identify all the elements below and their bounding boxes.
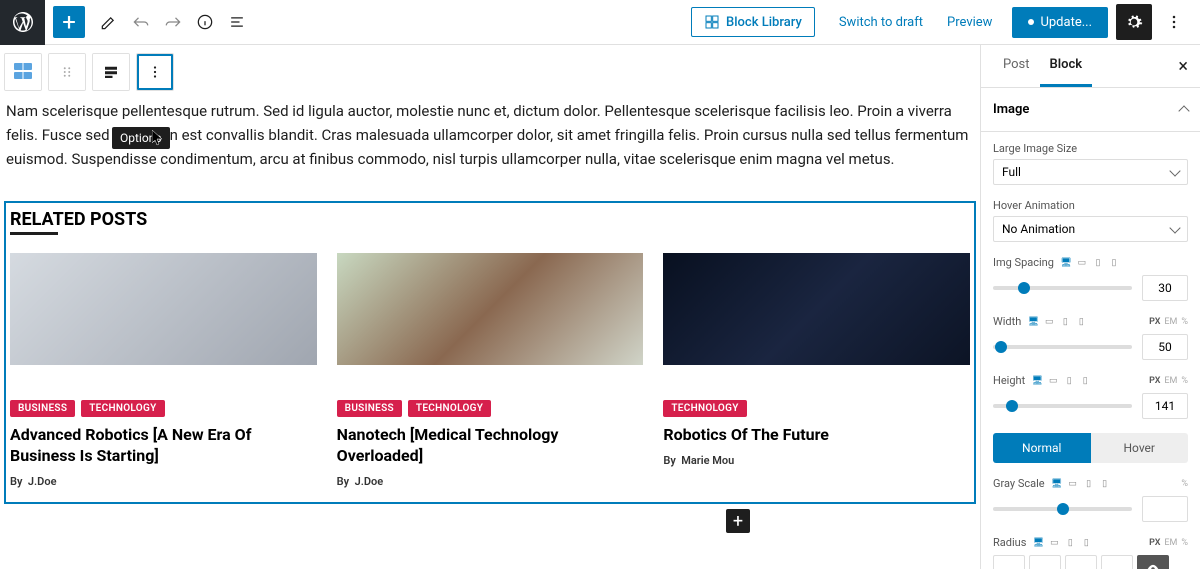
add-block-button[interactable]: +: [53, 6, 85, 38]
large-image-size-select[interactable]: Full: [993, 159, 1188, 185]
chevron-down-icon: [1169, 165, 1180, 176]
height-units[interactable]: PXEM%: [1149, 376, 1188, 386]
responsive-icons[interactable]: 🖥▭▯▯: [1031, 375, 1091, 387]
block-library-label: Block Library: [726, 15, 802, 30]
radius-label: Radius: [993, 536, 1026, 549]
post-tag[interactable]: TECHNOLOGY: [81, 400, 164, 417]
post-title[interactable]: Robotics Of The Future: [663, 425, 970, 446]
radius-right-input[interactable]: [1029, 555, 1061, 569]
preview-button[interactable]: Preview: [935, 7, 1004, 38]
related-posts-block[interactable]: RELATED POSTS BUSINESS TECHNOLOGY Advanc…: [4, 201, 976, 504]
state-tabs: Normal Hover: [993, 433, 1188, 463]
responsive-icons[interactable]: 🖥▭▯▯: [1060, 257, 1120, 269]
post-tag[interactable]: TECHNOLOGY: [408, 400, 491, 417]
undo-icon[interactable]: [125, 6, 157, 38]
drag-handle-icon[interactable]: [49, 54, 85, 90]
list-view-icon[interactable]: [221, 6, 253, 38]
chevron-up-icon: [1178, 105, 1189, 116]
align-icon[interactable]: [93, 54, 129, 90]
width-units[interactable]: PXEM%: [1149, 317, 1188, 327]
settings-sidebar: Post Block × Image Large Image Size Full…: [980, 45, 1200, 569]
post-title[interactable]: Nanotech [Medical Technology Overloaded]: [337, 425, 644, 467]
post-image: [337, 253, 644, 365]
width-slider[interactable]: [993, 345, 1132, 349]
editor-main: Options Nam scelerisque pellentesque rut…: [0, 45, 1200, 569]
chevron-down-icon: [1169, 222, 1180, 233]
panel-title: Image: [993, 102, 1029, 117]
post-author: By Marie Mou: [663, 454, 970, 467]
img-spacing-input[interactable]: [1142, 275, 1188, 301]
post-title[interactable]: Advanced Robotics [A New Era Of Business…: [10, 425, 317, 467]
top-bar: + Block Library Switch to draft Preview …: [0, 0, 1200, 45]
wordpress-icon: [11, 10, 35, 34]
responsive-icons[interactable]: 🖥▭▯▯: [1051, 478, 1111, 490]
img-spacing-slider[interactable]: [993, 286, 1132, 290]
post-tag[interactable]: BUSINESS: [10, 400, 75, 417]
gear-icon: [1124, 12, 1144, 32]
title-underline: [10, 232, 58, 235]
kebab-icon: [146, 63, 164, 81]
tab-hover[interactable]: Hover: [1091, 433, 1189, 463]
width-label: Width: [993, 315, 1021, 328]
more-options-button[interactable]: [1156, 4, 1192, 40]
post-author: By J.Doe: [337, 475, 644, 488]
settings-button[interactable]: [1116, 4, 1152, 40]
related-posts-title: RELATED POSTS: [6, 203, 974, 232]
responsive-icons[interactable]: 🖥▭▯▯: [1032, 537, 1092, 549]
block-library-button[interactable]: Block Library: [691, 7, 815, 37]
block-toolbar: [0, 45, 980, 99]
insert-block-button[interactable]: +: [726, 509, 750, 533]
options-button[interactable]: [137, 54, 173, 90]
redo-icon[interactable]: [157, 6, 189, 38]
link-values-button[interactable]: [1137, 555, 1169, 569]
eye-icon: [1146, 562, 1160, 569]
img-spacing-label: Img Spacing: [993, 256, 1054, 269]
wordpress-logo[interactable]: [0, 0, 45, 45]
gray-scale-label: Gray Scale: [993, 477, 1045, 490]
gray-scale-input[interactable]: [1142, 496, 1188, 522]
gray-scale-unit: %: [1181, 479, 1188, 489]
kebab-icon: [1164, 12, 1184, 32]
large-image-size-label: Large Image Size: [993, 142, 1188, 155]
posts-row: BUSINESS TECHNOLOGY Advanced Robotics [A…: [6, 253, 974, 502]
width-input[interactable]: [1142, 334, 1188, 360]
height-input[interactable]: [1142, 393, 1188, 419]
height-label: Height: [993, 374, 1025, 387]
post-item[interactable]: TECHNOLOGY Robotics Of The Future By Mar…: [663, 253, 970, 488]
hover-animation-select[interactable]: No Animation: [993, 216, 1188, 242]
radius-left-input[interactable]: [1101, 555, 1133, 569]
tab-block[interactable]: Block: [1040, 45, 1093, 87]
cursor-icon: [152, 130, 166, 146]
post-image: [10, 253, 317, 365]
library-icon: [704, 14, 720, 30]
height-slider[interactable]: [993, 404, 1132, 408]
post-author: By J.Doe: [10, 475, 317, 488]
sidebar-tabs: Post Block ×: [981, 45, 1200, 88]
panel-body: Large Image Size Full Hover Animation No…: [981, 132, 1200, 569]
responsive-icons[interactable]: 🖥▭▯▯: [1027, 316, 1087, 328]
post-item[interactable]: BUSINESS TECHNOLOGY Advanced Robotics [A…: [10, 253, 317, 488]
tab-post[interactable]: Post: [993, 45, 1040, 87]
block-type-icon[interactable]: [5, 54, 41, 90]
info-icon[interactable]: [189, 6, 221, 38]
post-tag[interactable]: BUSINESS: [337, 400, 402, 417]
content-area: Options Nam scelerisque pellentesque rut…: [0, 45, 980, 569]
update-button[interactable]: Update...: [1012, 7, 1108, 38]
post-tag[interactable]: TECHNOLOGY: [663, 400, 746, 417]
close-icon[interactable]: ×: [1178, 56, 1188, 77]
tab-normal[interactable]: Normal: [993, 433, 1091, 463]
radius-top-input[interactable]: [993, 555, 1025, 569]
post-item[interactable]: BUSINESS TECHNOLOGY Nanotech [Medical Te…: [337, 253, 644, 488]
hover-animation-label: Hover Animation: [993, 199, 1188, 212]
radius-bottom-input[interactable]: [1065, 555, 1097, 569]
switch-to-draft-button[interactable]: Switch to draft: [827, 7, 935, 38]
panel-header-image[interactable]: Image: [981, 88, 1200, 132]
edit-mode-icon[interactable]: [93, 6, 125, 38]
post-image: [663, 253, 970, 365]
gray-scale-slider[interactable]: [993, 507, 1132, 511]
radius-units[interactable]: PXEM%: [1149, 538, 1188, 548]
